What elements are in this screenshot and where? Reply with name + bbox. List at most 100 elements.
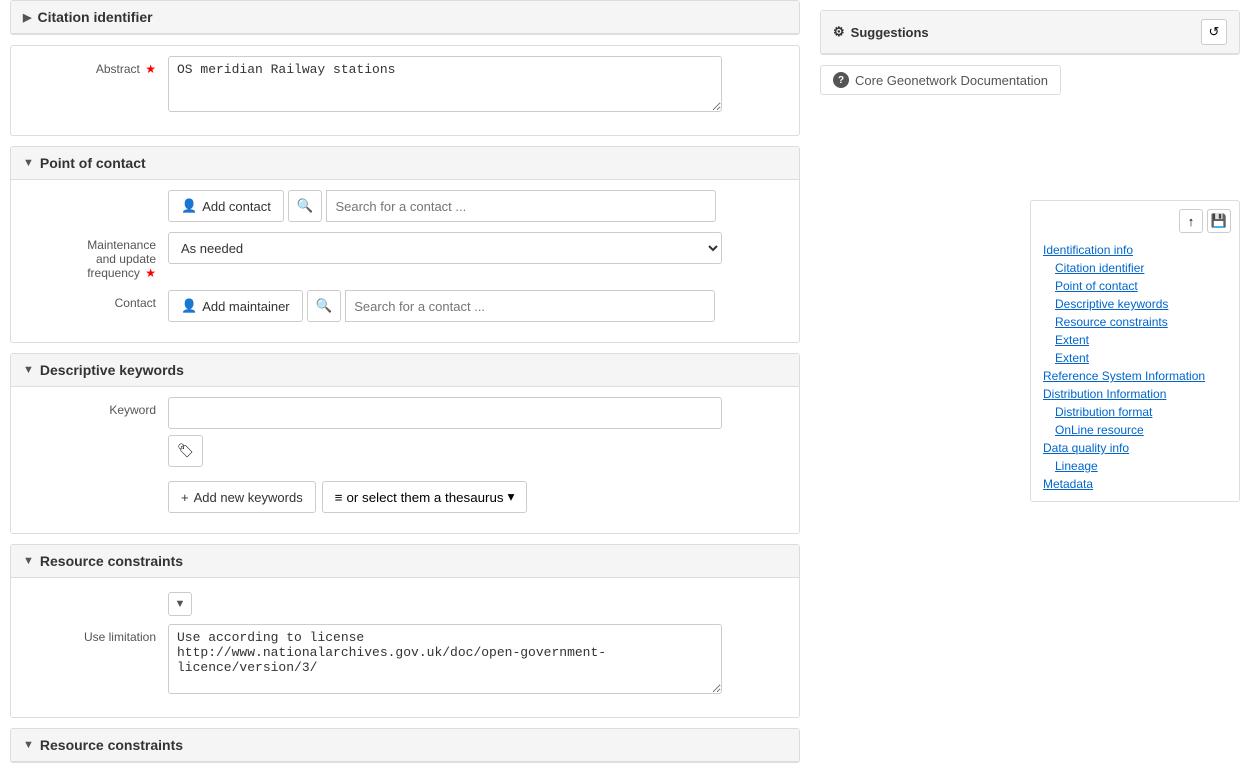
tag-icon: 🏷 — [177, 443, 194, 459]
search-maintainer-input[interactable] — [345, 290, 715, 322]
dk-title: Descriptive keywords — [40, 362, 184, 378]
suggestions-refresh-button[interactable]: ↺ — [1201, 19, 1227, 45]
nav-item-lineage[interactable]: Lineage — [1039, 457, 1231, 475]
maintenance-required: ★ — [145, 266, 156, 280]
abstract-body: Abstract ★ OS meridian Railway stations — [11, 46, 799, 135]
nav-item-extent-1[interactable]: Extent — [1039, 331, 1231, 349]
rc1-body: ▼ Use limitation Use according to licens… — [11, 578, 799, 717]
abstract-row: Abstract ★ OS meridian Railway stations — [23, 56, 787, 115]
caret-down-icon: ▾ — [508, 489, 515, 505]
abstract-control: OS meridian Railway stations — [168, 56, 787, 115]
add-maintainer-button[interactable]: 👤 Add maintainer — [168, 290, 303, 322]
nav-panel-header: ↑ 💾 — [1039, 209, 1231, 233]
citation-identifier-chevron: ▶ — [23, 11, 31, 24]
nav-item-resource-constraints[interactable]: Resource constraints — [1039, 313, 1231, 331]
citation-identifier-section: ▶ Citation identifier — [10, 0, 800, 35]
citation-identifier-header[interactable]: ▶ Citation identifier — [11, 1, 799, 34]
maintenance-row: Maintenanceand updatefrequency ★ As need… — [23, 232, 787, 280]
rc1-title: Resource constraints — [40, 553, 183, 569]
resource-constraints-header-2[interactable]: ▼ Resource constraints — [11, 729, 799, 762]
use-limitation-label: Use limitation — [23, 624, 168, 644]
rc2-title: Resource constraints — [40, 737, 183, 753]
rc1-collapse-row: ▼ — [168, 592, 787, 616]
resource-constraints-section-2: ▼ Resource constraints — [10, 728, 800, 763]
rc1-collapse-button[interactable]: ▼ — [168, 592, 192, 616]
nav-item-distribution-info[interactable]: Distribution Information — [1039, 385, 1231, 403]
add-contact-row: 👤 Add contact 🔍 — [23, 190, 787, 222]
keyword-actions-label — [23, 477, 168, 483]
contact-control: 👤 Add maintainer 🔍 — [168, 290, 787, 322]
nav-item-point-of-contact[interactable]: Point of contact — [1039, 277, 1231, 295]
abstract-section: Abstract ★ OS meridian Railway stations — [10, 45, 800, 136]
maintenance-label: Maintenanceand updatefrequency ★ — [23, 232, 168, 280]
search-icon-contact: 🔍 — [297, 198, 314, 213]
list-icon-thesaurus: ≡ — [335, 490, 343, 505]
nav-item-data-quality[interactable]: Data quality info — [1039, 439, 1231, 457]
search-icon-maintainer: 🔍 — [316, 298, 333, 313]
user-icon-add: 👤 — [181, 198, 197, 214]
keyword-actions-row: + Add new keywords ≡ or select them a th… — [23, 477, 787, 513]
nav-up-icon: ↑ — [1188, 214, 1195, 229]
suggestions-box: ⚙ Suggestions ↺ — [820, 10, 1240, 55]
docs-button[interactable]: ? Core Geonetwork Documentation — [820, 65, 1061, 95]
nav-item-descriptive-keywords[interactable]: Descriptive keywords — [1039, 295, 1231, 313]
nav-items-list: Identification info Citation identifier … — [1039, 241, 1231, 493]
contact-row: Contact 👤 Add maintainer 🔍 — [23, 290, 787, 322]
add-new-keywords-button[interactable]: + Add new keywords — [168, 481, 316, 513]
keyword-control: OS meridian,railway,stations 🏷 — [168, 397, 787, 467]
nav-item-distribution-format[interactable]: Distribution format — [1039, 403, 1231, 421]
suggestions-title: ⚙ Suggestions — [833, 24, 929, 40]
abstract-required: ★ — [145, 62, 156, 76]
right-panel: ⚙ Suggestions ↺ ? Core Geonetwork Docume… — [810, 0, 1250, 783]
search-maintainer-button[interactable]: 🔍 — [307, 290, 342, 322]
add-contact-label — [23, 190, 168, 196]
nav-item-reference-system[interactable]: Reference System Information — [1039, 367, 1231, 385]
nav-up-button[interactable]: ↑ — [1179, 209, 1203, 233]
citation-identifier-title: Citation identifier — [37, 9, 152, 25]
search-contact-button[interactable]: 🔍 — [288, 190, 323, 222]
select-thesaurus-button[interactable]: ≡ or select them a thesaurus ▾ — [322, 481, 528, 513]
use-limitation-textarea[interactable]: Use according to license http://www.nati… — [168, 624, 722, 694]
descriptive-keywords-header[interactable]: ▼ Descriptive keywords — [11, 354, 799, 387]
descriptive-keywords-section: ▼ Descriptive keywords Keyword OS meridi… — [10, 353, 800, 534]
resource-constraints-section-1: ▼ Resource constraints ▼ Use limitation … — [10, 544, 800, 718]
search-contact-input[interactable] — [326, 190, 716, 222]
nav-item-metadata[interactable]: Metadata — [1039, 475, 1231, 493]
nav-item-extent-2[interactable]: Extent — [1039, 349, 1231, 367]
point-of-contact-section: ▼ Point of contact 👤 Add contact 🔍 — [10, 146, 800, 343]
question-icon-docs: ? — [833, 72, 849, 88]
rc1-chevron: ▼ — [23, 555, 34, 567]
rc1-collapse-chevron: ▼ — [175, 598, 186, 610]
poc-chevron: ▼ — [23, 157, 34, 169]
user-icon-maintainer: 👤 — [181, 298, 197, 314]
keyword-actions-control: + Add new keywords ≡ or select them a th… — [168, 481, 787, 513]
abstract-textarea[interactable]: OS meridian Railway stations — [168, 56, 722, 112]
keyword-input[interactable]: OS meridian,railway,stations — [168, 397, 722, 429]
add-contact-button[interactable]: 👤 Add contact — [168, 190, 284, 222]
abstract-label: Abstract ★ — [23, 56, 168, 76]
use-limitation-control: Use according to license http://www.nati… — [168, 624, 787, 697]
nav-save-icon: 💾 — [1211, 213, 1227, 229]
nav-item-online-resource[interactable]: OnLine resource — [1039, 421, 1231, 439]
poc-title: Point of contact — [40, 155, 146, 171]
rc2-chevron: ▼ — [23, 739, 34, 751]
nav-item-identification-info[interactable]: Identification info — [1039, 241, 1231, 259]
add-contact-control: 👤 Add contact 🔍 — [168, 190, 787, 222]
dk-body: Keyword OS meridian,railway,stations 🏷 — [11, 387, 799, 533]
nav-panel: ↑ 💾 Identification info Citation identif… — [1030, 200, 1240, 502]
dk-chevron: ▼ — [23, 364, 34, 376]
keyword-row: Keyword OS meridian,railway,stations 🏷 — [23, 397, 787, 467]
resource-constraints-header-1[interactable]: ▼ Resource constraints — [11, 545, 799, 578]
gear-icon-suggestions: ⚙ — [833, 24, 845, 40]
nav-save-button[interactable]: 💾 — [1207, 209, 1231, 233]
nav-item-citation-identifier[interactable]: Citation identifier — [1039, 259, 1231, 277]
use-limitation-row: Use limitation Use according to license … — [23, 624, 787, 697]
tag-button[interactable]: 🏷 — [168, 435, 203, 467]
maintenance-select[interactable]: As needed Continual Daily Weekly Monthly… — [168, 232, 722, 264]
maintenance-control: As needed Continual Daily Weekly Monthly… — [168, 232, 787, 264]
plus-icon-keywords: + — [181, 490, 189, 505]
keyword-label: Keyword — [23, 397, 168, 417]
point-of-contact-header[interactable]: ▼ Point of contact — [11, 147, 799, 180]
refresh-icon: ↺ — [1209, 24, 1220, 40]
suggestions-header: ⚙ Suggestions ↺ — [821, 11, 1239, 54]
